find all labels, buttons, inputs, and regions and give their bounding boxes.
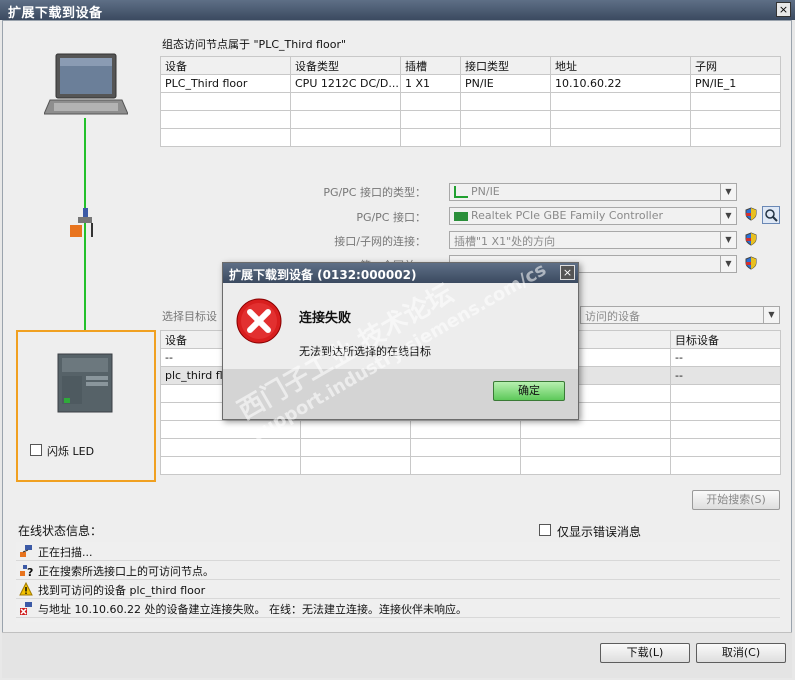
interface-adapter-icon: [68, 206, 98, 240]
col-device-type: 设备类型: [290, 56, 401, 75]
security-shield-icon[interactable]: [744, 256, 758, 273]
cell-address: 10.10.60.22: [550, 74, 691, 93]
pgpc-type-label: PG/PC 接口的类型：: [323, 186, 426, 199]
col-subnet: 子网: [690, 56, 781, 75]
network-card-icon: [454, 211, 468, 221]
chevron-down-icon: ▼: [720, 208, 736, 224]
list-item: 与地址 10.10.60.22 处的设备建立连接失败。 在线：无法建立连接。连接…: [16, 599, 780, 618]
security-shield-icon[interactable]: [744, 232, 758, 249]
chevron-down-icon: ▼: [763, 307, 779, 323]
status-log: 正在扫描... ? 正在搜索所选接口上的可访问节点。 找到可访问的设备 plc_…: [16, 542, 780, 622]
cell-device-type: CPU 1212C DC/D...: [290, 74, 401, 93]
diagnostics-magnifier-icon[interactable]: [762, 206, 780, 224]
col-device: 设备: [160, 56, 291, 75]
target-device-panel: 闪烁 LED: [16, 330, 156, 482]
list-item: 找到可访问的设备 plc_third floor: [16, 580, 780, 599]
dialog-title: 扩展下载到设备 (0132:000002): [229, 268, 417, 282]
col-address: 地址: [550, 56, 691, 75]
error-icon: [235, 297, 283, 345]
config-heading: 组态访问节点属于 "PLC_Third floor": [162, 38, 347, 51]
dialog-close-button[interactable]: ×: [560, 265, 575, 280]
chevron-down-icon: ▼: [720, 184, 736, 200]
dialog-heading: 连接失败: [299, 311, 352, 326]
error-connection-icon: [19, 601, 33, 615]
pn-ie-icon: [454, 186, 468, 198]
cancel-button[interactable]: 取消(C): [696, 643, 786, 663]
table-row: [160, 456, 781, 475]
table-row: [160, 92, 781, 111]
pg-laptop-icon: [43, 52, 129, 120]
pgpc-interface-label: PG/PC 接口：: [356, 211, 426, 224]
window-close-button[interactable]: ×: [776, 2, 791, 17]
online-status-title: 在线状态信息：: [18, 524, 103, 538]
target-filter-select[interactable]: 访问的设备 ▼: [580, 306, 780, 324]
config-table: 设备 设备类型 插槽 接口类型 地址 子网 PLC_Third floor CP…: [160, 56, 781, 147]
security-shield-icon[interactable]: [744, 207, 758, 224]
config-table-header: 设备 设备类型 插槽 接口类型 地址 子网: [160, 56, 781, 75]
ok-button[interactable]: 确定: [493, 381, 565, 401]
svg-text:?: ?: [27, 566, 33, 577]
errors-only-checkbox[interactable]: [539, 524, 551, 536]
flash-led-checkbox[interactable]: [30, 444, 42, 456]
cell-interface-type: PN/IE: [460, 74, 551, 93]
chevron-down-icon: ▼: [720, 232, 736, 248]
chevron-down-icon: ▼: [720, 256, 736, 272]
start-search-button[interactable]: 开始搜索(S): [692, 490, 780, 510]
list-item: ? 正在搜索所选接口上的可访问节点。: [16, 561, 780, 580]
col-slot: 插槽: [400, 56, 461, 75]
cell-device: PLC_Third floor: [160, 74, 291, 93]
table-row: [160, 110, 781, 129]
cell-subnet: PN/IE_1: [690, 74, 781, 93]
select-target-label: 选择目标设: [162, 310, 217, 323]
table-row[interactable]: PLC_Third floor CPU 1212C DC/D... 1 X1 P…: [160, 74, 781, 93]
subnet-connection-label: 接口/子网的连接：: [334, 235, 426, 248]
pgpc-interface-value: Realtek PCIe GBE Family Controller: [471, 209, 664, 222]
pgpc-type-select[interactable]: PN/IE ▼: [449, 183, 737, 201]
col-interface-type: 接口类型: [460, 56, 551, 75]
window-title-bar: 扩展下载到设备: [0, 0, 795, 21]
list-item: 正在扫描...: [16, 542, 780, 561]
errors-only-label: 仅显示错误消息: [557, 525, 642, 539]
table-row: [160, 128, 781, 147]
target-filter-value: 访问的设备: [585, 310, 640, 323]
cell-slot: 1 X1: [400, 74, 461, 93]
plc-device-icon: [56, 352, 114, 414]
load-button[interactable]: 下载(L): [600, 643, 690, 663]
scan-icon: [19, 544, 33, 558]
table-row: [160, 438, 781, 457]
pgpc-interface-select[interactable]: Realtek PCIe GBE Family Controller ▼: [449, 207, 737, 225]
col-target-device: 目标设备: [670, 330, 781, 349]
search-question-icon: ?: [19, 563, 33, 579]
flash-led-label: 闪烁 LED: [47, 445, 95, 458]
window-title: 扩展下载到设备: [8, 6, 103, 21]
warning-icon: [19, 581, 33, 596]
pgpc-type-value: PN/IE: [471, 185, 500, 198]
